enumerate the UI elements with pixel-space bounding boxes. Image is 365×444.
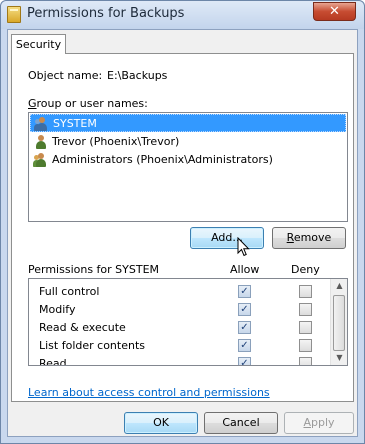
object-name-label: Object name: (28, 69, 103, 82)
allow-column-header: Allow (230, 263, 260, 276)
permission-row: Read & execute ✓ (29, 319, 331, 337)
mouse-cursor-icon (237, 237, 250, 257)
principal-name: Administrators (Phoenix\Administrators) (52, 153, 273, 166)
remove-button[interactable]: Remove (272, 227, 346, 249)
permissions-header: Permissions for SYSTEM (28, 263, 160, 276)
allow-checkbox[interactable]: ✓ (238, 321, 251, 334)
permission-row: Read ✓ (29, 355, 331, 366)
learn-more-link[interactable]: Learn about access control and permissio… (28, 386, 270, 399)
deny-checkbox[interactable] (299, 303, 312, 316)
principal-trevor[interactable]: Trevor (Phoenix\Trevor) (30, 133, 346, 151)
deny-checkbox[interactable] (299, 285, 312, 298)
tab-security[interactable]: Security (11, 34, 66, 54)
group-icon (33, 153, 48, 167)
allow-checkbox[interactable]: ✓ (238, 303, 251, 316)
add-button[interactable]: Add... (190, 227, 264, 249)
scroll-up-icon[interactable]: ▲ (331, 279, 347, 293)
folder-icon (7, 6, 21, 23)
allow-checkbox[interactable]: ✓ (238, 285, 251, 298)
deny-column-header: Deny (291, 263, 320, 276)
group-icon (34, 117, 49, 131)
window-title: Permissions for Backups (27, 6, 185, 21)
principal-system[interactable]: SYSTEM (30, 114, 346, 132)
deny-checkbox[interactable] (299, 339, 312, 352)
permission-name: Modify (39, 303, 76, 316)
permissions-scrollbar[interactable]: ▲ ▼ (330, 279, 347, 365)
deny-checkbox[interactable] (299, 321, 312, 334)
permission-row: Full control ✓ (29, 283, 331, 301)
permissions-dialog: Permissions for Backups ✕ Security Objec… (0, 0, 365, 444)
permission-name: Read & execute (39, 321, 126, 334)
permission-row: List folder contents ✓ (29, 337, 331, 355)
apply-button[interactable]: Apply (284, 412, 354, 434)
cancel-button[interactable]: Cancel (204, 412, 278, 434)
permission-row: Modify ✓ (29, 301, 331, 319)
title-bar[interactable]: Permissions for Backups ✕ (1, 1, 364, 29)
deny-checkbox[interactable] (299, 357, 312, 365)
permission-name: Read (39, 357, 67, 366)
permission-name: Full control (39, 285, 100, 298)
allow-checkbox[interactable]: ✓ (238, 339, 251, 352)
principals-list[interactable]: SYSTEM Trevor (Phoenix\Trevor) Administr… (28, 112, 348, 222)
principal-administrators[interactable]: Administrators (Phoenix\Administrators) (30, 151, 346, 169)
user-icon (34, 135, 48, 149)
ok-button[interactable]: OK (124, 412, 198, 434)
object-name-value: E:\Backups (107, 69, 168, 82)
group-names-label: Group or user names: (28, 97, 148, 110)
dialog-client-area: Security Object name: E:\Backups Group o… (7, 29, 358, 437)
principal-name: Trevor (Phoenix\Trevor) (52, 135, 180, 148)
permissions-list: Full control ✓ Modify ✓ Read & execute ✓… (28, 278, 348, 366)
security-tab-panel: Object name: E:\Backups Group or user na… (11, 53, 354, 402)
permission-name: List folder contents (39, 339, 145, 352)
close-button[interactable]: ✕ (313, 2, 356, 21)
principal-name: SYSTEM (53, 117, 97, 130)
allow-checkbox[interactable]: ✓ (238, 357, 251, 365)
scroll-down-icon[interactable]: ▼ (331, 351, 347, 365)
scrollbar-thumb[interactable] (333, 295, 345, 351)
